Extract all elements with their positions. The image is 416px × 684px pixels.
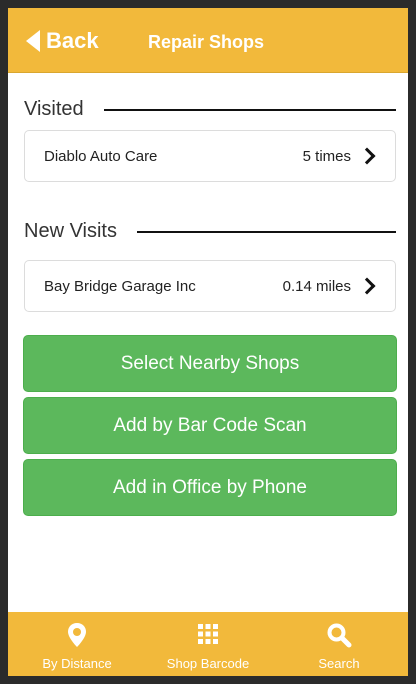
new-visit-shop-item[interactable]: Bay Bridge Garage Inc 0.14 miles [24,260,396,312]
grid-icon [196,622,220,651]
shop-distance: 0.14 miles [282,278,351,295]
header-bar: Back Repair Shops [8,8,408,73]
section-title-visited: Visited [24,98,84,120]
shop-name: Bay Bridge Garage Inc [44,278,196,295]
tab-label: By Distance [42,656,112,671]
tab-label: Search [318,656,360,671]
back-arrow-icon [26,30,40,52]
page-title: Repair Shops [148,32,265,52]
back-label: Back [46,28,99,53]
back-button[interactable]: Back [26,26,99,56]
tab-search[interactable]: Search [274,612,404,676]
shop-name: Diablo Auto Care [44,148,158,165]
tab-label: Shop Barcode [166,656,250,671]
add-in-office-by-phone-button[interactable]: Add in Office by Phone [23,459,397,516]
section-divider [137,230,396,233]
visit-count: 5 times [302,148,351,165]
section-visited: Visited [24,98,396,121]
section-title-new-visits: New Visits [24,220,117,242]
add-by-bar-code-scan-button[interactable]: Add by Bar Code Scan [23,397,397,454]
chevron-right-icon [358,277,376,295]
bottom-tab-bar: By Distance Shop Barcode Search [8,612,408,676]
visited-shop-item[interactable]: Diablo Auto Care 5 times [24,130,396,182]
section-new-visits: New Visits [24,220,396,243]
chevron-right-icon [358,147,376,165]
select-nearby-shops-button[interactable]: Select Nearby Shops [23,335,397,392]
tab-shop-barcode[interactable]: Shop Barcode [143,612,273,676]
search-icon [326,622,352,653]
map-pin-icon [67,622,87,653]
app-frame: Back Repair Shops Visited Diablo Auto Ca… [8,8,408,676]
section-divider [103,108,396,111]
tab-by-distance[interactable]: By Distance [12,612,142,676]
